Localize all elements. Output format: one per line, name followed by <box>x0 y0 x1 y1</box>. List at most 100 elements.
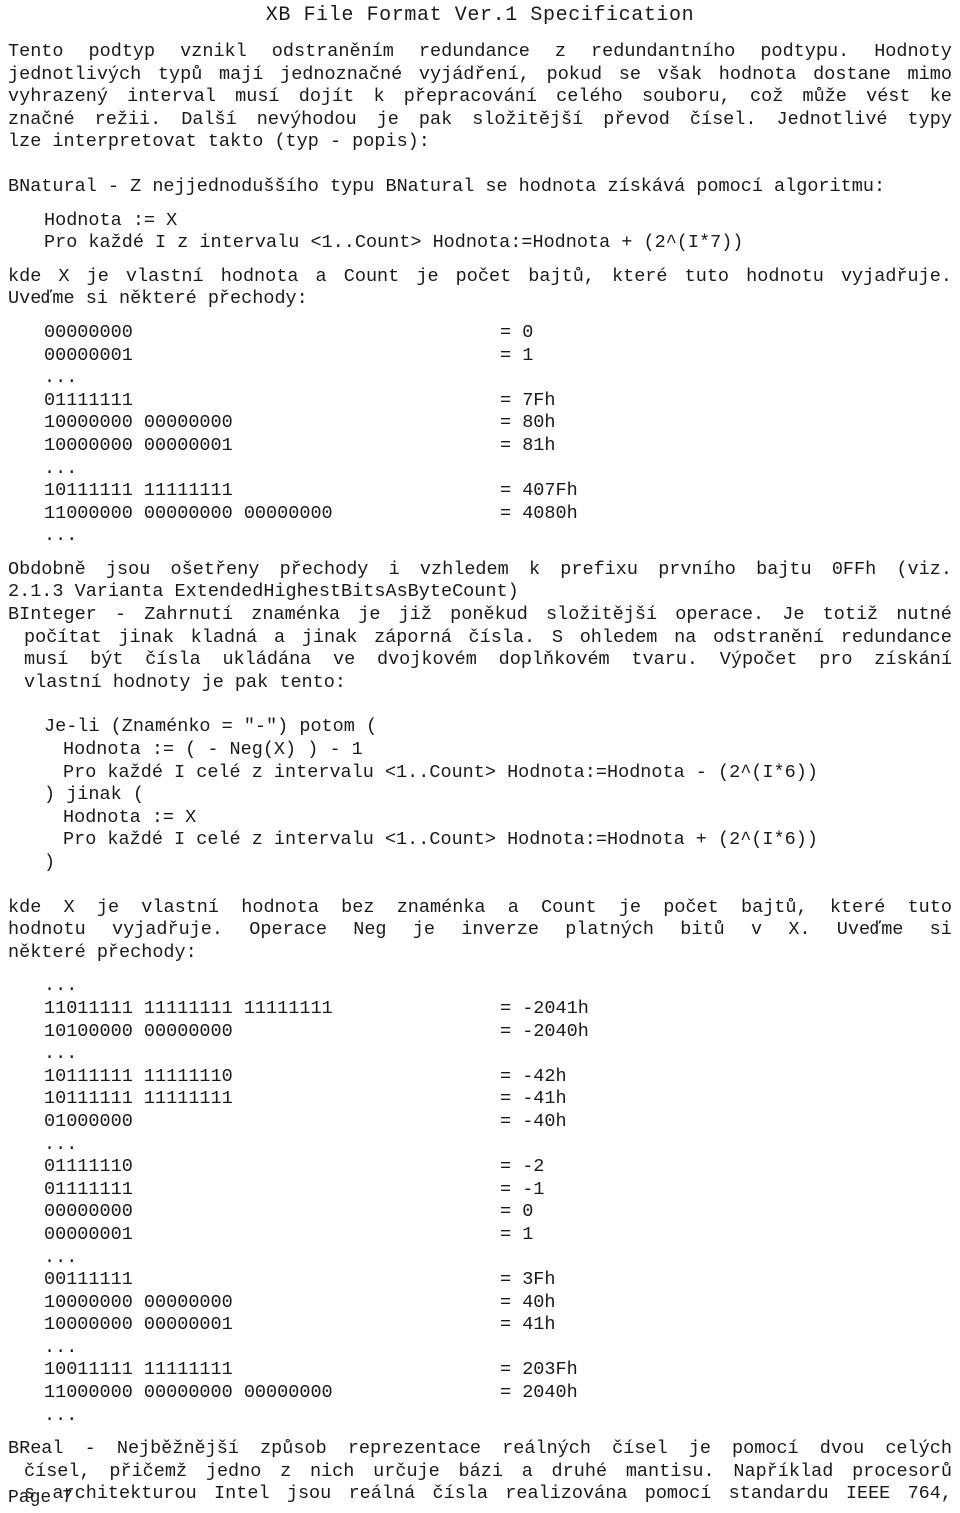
note-paragraph: Obdobně jsou ošetřeny přechody i vzhledem k pre… <box>8 559 952 604</box>
value-cell: = -41h <box>500 1088 567 1110</box>
binary-bits-cell: 10000000 00000000 <box>44 412 233 434</box>
binary-bits-cell: ... <box>44 975 78 997</box>
text-word: souboru, <box>641 86 731 108</box>
text-word: je <box>416 265 439 287</box>
table-row: 10111111 11111111 = 407Fh <box>44 480 952 503</box>
text-word: je <box>618 896 642 918</box>
breal-line-3: s architekturou Intel jsou reálná čísla realiz… <box>8 1483 952 1506</box>
binary-bits-cell: 10000000 00000000 <box>44 1291 233 1313</box>
text-word: které <box>612 265 668 287</box>
text-word: složitější <box>546 604 658 626</box>
text-word: - <box>84 1438 96 1460</box>
binary-bits-cell: ... <box>44 1133 78 1155</box>
binary-bits-cell: 11011111 11111111 11111111 <box>44 997 333 1019</box>
value-cell: = 7Fh <box>500 389 556 411</box>
text-word: Hodnoty <box>874 41 952 62</box>
text-word: hodnota <box>718 63 797 85</box>
text-word: nutné <box>896 604 952 626</box>
text-word: reprezentace <box>347 1438 482 1460</box>
text-word: Operace <box>249 919 327 941</box>
text-word: si <box>929 919 952 941</box>
binary-bits-cell: 01111110 <box>44 1156 133 1178</box>
text-word: kde <box>8 265 42 287</box>
text-word: určuje <box>373 1460 440 1482</box>
code-line: Pro každé I celé z intervalu <1..Count> … <box>63 761 818 783</box>
table-row: 10000000 00000000 = 40h <box>44 1292 952 1315</box>
table-row: 10100000 00000000 = -2040h <box>44 1021 952 1044</box>
text-word: X <box>63 896 75 918</box>
table-row: 00000001 = 1 <box>44 345 952 368</box>
binteger-explanation-line-3: některé přechody: <box>8 941 197 963</box>
table-row-ellipsis: ... <box>44 458 952 481</box>
table-row: 10011111 11111111 = 203Fh <box>44 1359 952 1382</box>
binary-bits-cell: 10111111 11111111 <box>44 480 233 502</box>
text-word: dvojkovém <box>376 649 477 671</box>
text-word: může <box>802 86 847 108</box>
text-word: ke <box>929 86 952 108</box>
text-word: znaménka <box>251 604 341 626</box>
text-word: Count <box>343 265 400 287</box>
text-word: ve <box>333 649 356 671</box>
text-word: je <box>86 265 109 287</box>
text-word: Count <box>541 896 597 918</box>
table-row: 01111111 = 7Fh <box>44 390 952 413</box>
text-word: totiž <box>822 604 879 626</box>
text-word: vyhrazený <box>8 86 108 108</box>
table-row: 10111111 11111110 = -42h <box>44 1066 952 1089</box>
text-word: je <box>358 604 381 626</box>
text-word: prvního <box>658 558 736 580</box>
text-word: ošetřeny <box>170 558 260 580</box>
text-word: prefixu <box>560 558 638 580</box>
text-word: pro <box>819 649 853 671</box>
text-word: převod <box>603 108 670 130</box>
text-word: Je <box>782 604 805 626</box>
text-word: ohledem <box>579 626 658 648</box>
text-word: je <box>412 919 435 941</box>
text-word: poněkud <box>450 604 528 626</box>
table-row-ellipsis: ... <box>44 1043 952 1066</box>
breal-line-1: BReal - Nejběžnější způsob reprezentace reáln… <box>8 1438 952 1461</box>
text-word: čísel. <box>689 108 757 130</box>
binary-bits-cell: ... <box>44 367 78 389</box>
text-word: X <box>58 265 70 287</box>
code-line: ) jinak ( <box>44 784 144 806</box>
text-word: jednoznačné <box>280 63 403 85</box>
text-word: BInteger <box>8 604 97 626</box>
binary-bits-cell: 11000000 00000000 00000000 <box>44 502 333 524</box>
binary-bits-cell: 10111111 11111110 <box>44 1065 233 1087</box>
text-word: jednotlivých <box>8 63 142 85</box>
text-word: procesorů <box>852 1460 952 1482</box>
text-word: bajtů, <box>740 896 808 918</box>
text-word: doplňkovém <box>498 649 610 671</box>
text-word: S <box>551 626 563 648</box>
text-word: hodnotu <box>8 919 86 941</box>
text-word: (viz. <box>896 558 952 580</box>
intro-line-3: vyhrazený interval musí dojít k přepracování c… <box>8 86 952 109</box>
text-word: 0FFh <box>831 558 877 580</box>
text-word: Výpočet <box>719 649 798 671</box>
code-line: Je-li (Znaménko = "-") potom ( <box>44 716 378 738</box>
text-word: realizována <box>505 1483 628 1505</box>
value-cell: = 40h <box>500 1291 556 1313</box>
text-word: vyjádření, <box>418 63 530 85</box>
note-line-1: Obdobně jsou ošetřeny přechody i vzhledem k pre… <box>8 559 952 582</box>
table-row: 01000000 = -40h <box>44 1111 952 1134</box>
text-word: a <box>507 896 519 918</box>
table-row: 10000000 00000001 = 41h <box>44 1314 952 1337</box>
binary-bits-cell: ... <box>44 1336 78 1358</box>
binteger-intro-paragraph: BInteger - Zahrnutí znaménka je již poněkud slo… <box>8 604 952 694</box>
text-word: je <box>376 108 399 130</box>
table-row: 01111111 = -1 <box>44 1179 952 1202</box>
text-word: Zahrnutí <box>144 604 234 626</box>
text-word: počítat <box>24 626 102 648</box>
breal-line-2: čísel, přičemž jedno z nich určuje bázi a druhé m… <box>8 1461 952 1484</box>
text-word: přičemž <box>109 1460 188 1482</box>
text-word: mají <box>219 63 264 85</box>
text-word: vlastní <box>141 896 220 918</box>
value-cell: = 41h <box>500 1314 556 1336</box>
binteger-intro-line-2: počítat jinak kladná a jinak záporná čísla. Soh… <box>8 627 952 650</box>
text-word: architekturou <box>52 1483 197 1505</box>
text-word: operace. <box>675 604 765 626</box>
binary-bits-cell: 00111111 <box>44 1269 133 1291</box>
binary-bits-cell: 01000000 <box>44 1110 133 1132</box>
